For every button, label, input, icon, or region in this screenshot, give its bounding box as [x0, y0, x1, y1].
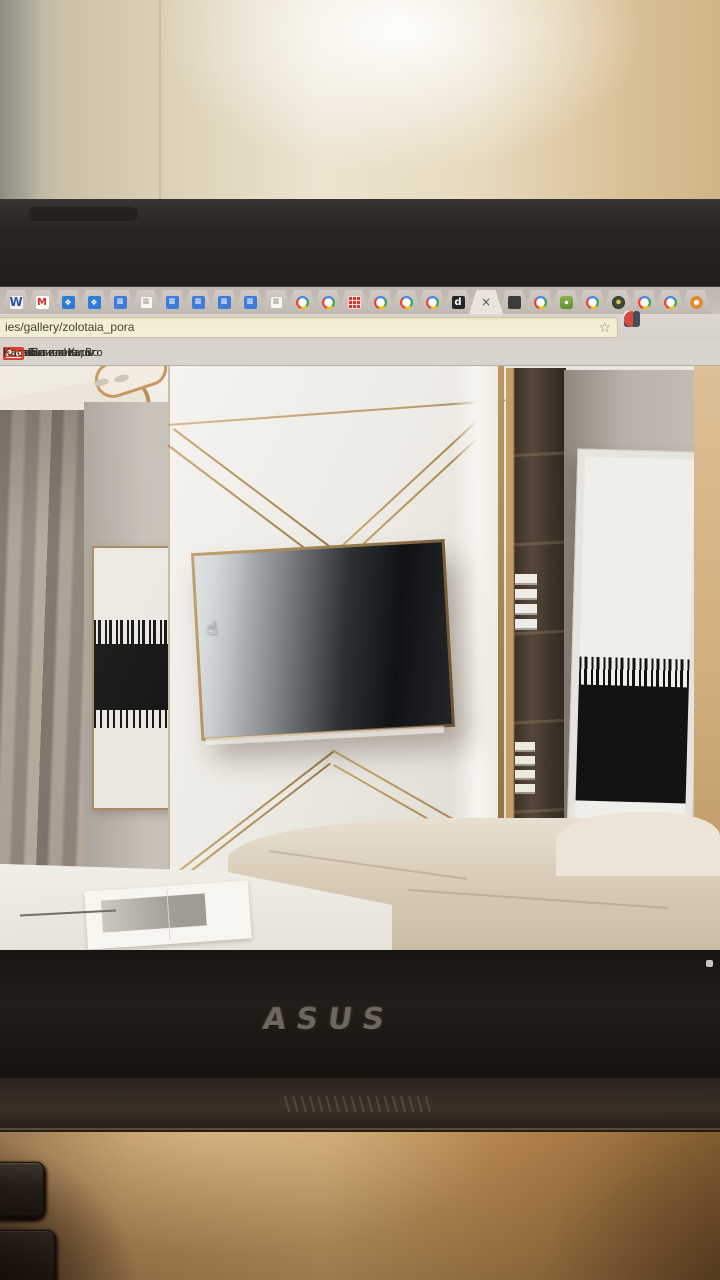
artwork-drips	[94, 620, 168, 646]
browser-tab[interactable]: ❖	[53, 290, 83, 314]
browser-tab[interactable]	[525, 290, 555, 314]
panel-edge	[168, 366, 170, 950]
google-favicon	[425, 295, 439, 309]
google-favicon	[321, 295, 335, 309]
bezel-sticker	[706, 960, 713, 967]
browser-tab[interactable]	[499, 290, 529, 314]
artwork-canvas	[574, 456, 696, 830]
laptop-top-bezel	[0, 199, 720, 287]
docs-favicon: ≡	[113, 295, 127, 309]
lantern-favicon	[611, 295, 625, 309]
partial-key	[0, 1162, 44, 1216]
left-artwork	[92, 546, 170, 810]
room-curtain	[0, 0, 46, 212]
bedding-fold	[268, 850, 468, 880]
gmail-favicon: M	[35, 295, 49, 309]
browser-tab[interactable]	[655, 290, 685, 314]
browser-tab[interactable]: d	[443, 290, 473, 314]
asus-logo: ASUS	[260, 1002, 397, 1037]
address-bar[interactable]: ies/gallery/zolotaia_pora ☆	[0, 317, 618, 338]
hand-cursor-icon: ☝	[206, 618, 217, 639]
d-dark-favicon: d	[451, 295, 465, 309]
browser-tab[interactable]: ≡	[235, 290, 265, 314]
duvet	[556, 812, 720, 876]
browser-tab[interactable]: ≡	[157, 290, 187, 314]
laptop-hinge	[0, 1078, 720, 1132]
right-artwork	[566, 448, 704, 838]
laptop-bottom-bezel: ASUS	[0, 950, 720, 1078]
docs-favicon: ≡	[191, 295, 205, 309]
tv-glare	[194, 542, 452, 738]
browser-tab[interactable]: ≡	[261, 290, 291, 314]
browser-tab[interactable]	[391, 290, 421, 314]
tv-screen	[194, 542, 452, 738]
google-favicon	[585, 295, 599, 309]
red-edge-extension-icon[interactable]	[624, 311, 633, 327]
browser-tab[interactable]	[287, 290, 317, 314]
key-blank	[0, 1230, 55, 1280]
browser-tab[interactable]	[417, 290, 447, 314]
browser-tab[interactable]	[551, 290, 581, 314]
bedding-fold	[408, 888, 668, 910]
bezel-smudge	[28, 207, 138, 221]
gallery-image[interactable]: ☝	[0, 366, 720, 950]
white-books	[515, 574, 537, 634]
browser-tab[interactable]: W	[1, 290, 31, 314]
browser-tab[interactable]	[339, 290, 369, 314]
browser-tab[interactable]	[365, 290, 395, 314]
dark-square-favicon	[507, 295, 521, 309]
bookmark-label: Кастинги в Ки	[3, 346, 77, 359]
keyboard-deck: f5f6f7f8f9f10f11f12pausebreakprt scsysrq…	[0, 1132, 720, 1280]
white-books	[515, 742, 535, 798]
browser-tab[interactable]: ≡	[209, 290, 239, 314]
orange-ring-favicon	[689, 295, 703, 309]
browser-tab[interactable]: ❖	[79, 290, 109, 314]
docs-favicon: ≡	[165, 295, 179, 309]
red-grid-favicon	[347, 295, 361, 309]
google-favicon	[295, 295, 309, 309]
docs-favicon: ≡	[243, 295, 257, 309]
bookmark-star-icon[interactable]: ☆	[598, 319, 611, 338]
google-favicon	[533, 295, 547, 309]
browser-tab[interactable]: ≡	[131, 290, 161, 314]
green-app-favicon	[559, 295, 573, 309]
browser-tab[interactable]	[681, 290, 711, 314]
page-favicon: ≡	[269, 295, 283, 309]
page-favicon: ≡	[139, 295, 153, 309]
google-favicon	[373, 295, 387, 309]
hinge-highlight	[0, 1128, 720, 1130]
hinge-embossed-marks	[282, 1096, 432, 1112]
tab-strip: W M ❖ ❖ ≡ ≡ ≡ ≡ ≡ ≡ ≡ d ×	[0, 287, 720, 314]
url-text[interactable]: ies/gallery/zolotaia_pora	[5, 318, 134, 337]
dropbox-favicon: ❖	[61, 295, 75, 309]
bookmarks-bar: я@Mail.Ru: почта, поискОнлайн-словарь АВ…	[0, 341, 720, 366]
magazine-picture	[100, 893, 207, 933]
artwork-black-band	[94, 644, 168, 710]
active-tab[interactable]: ×	[469, 290, 503, 314]
google-favicon	[399, 295, 413, 309]
open-magazine	[84, 880, 252, 950]
photo-of-laptop: W M ❖ ❖ ≡ ≡ ≡ ≡ ≡ ≡ ≡ d × ies/gallery/zolotaia_pora …	[0, 0, 720, 1280]
browser-tab[interactable]	[313, 290, 343, 314]
browser-tab[interactable]: ≡	[183, 290, 213, 314]
artwork-drips	[94, 708, 168, 728]
wall-tv	[190, 539, 456, 741]
tab-close-icon[interactable]: ×	[481, 290, 491, 314]
docs-favicon: ≡	[217, 295, 231, 309]
room-wall-corner	[159, 0, 161, 206]
browser-tab[interactable]: ≡	[105, 290, 135, 314]
browser-tab[interactable]: M	[27, 290, 57, 314]
browser-tab[interactable]	[577, 290, 607, 314]
google-favicon	[663, 295, 677, 309]
room-background	[0, 0, 720, 212]
browser-toolbar: ies/gallery/zolotaia_pora ☆ S	[0, 311, 720, 341]
artwork-black-band	[575, 684, 689, 804]
gold-trim	[172, 428, 338, 553]
google-favicon	[637, 295, 651, 309]
dropbox-favicon: ❖	[87, 295, 101, 309]
w-favicon: W	[9, 294, 23, 309]
